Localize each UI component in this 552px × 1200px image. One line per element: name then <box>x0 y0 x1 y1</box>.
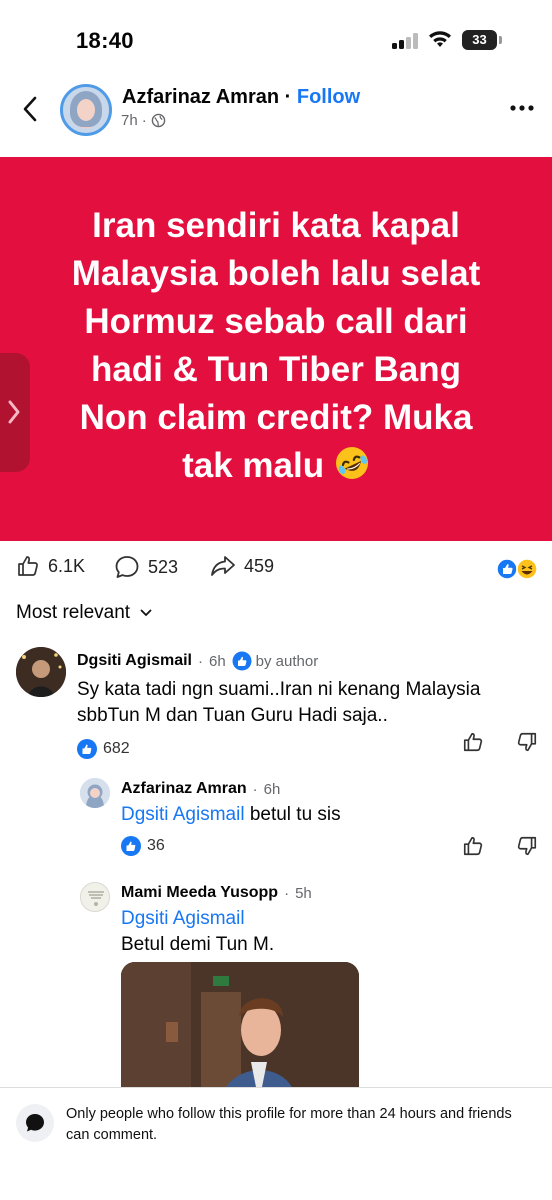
comment-time: 5h <box>295 884 312 902</box>
post-header: Azfarinaz Amran · Follow 7h · <box>0 80 552 156</box>
comment-button[interactable]: 523 <box>114 554 178 580</box>
footer-message: Only people who follow this profile for … <box>66 1106 512 1143</box>
share-count: 459 <box>244 555 275 576</box>
reply-item: Mami Meeda Yusopp · 5h Dgsiti Agismail B… <box>121 884 521 958</box>
post-body-text: Iran sendiri kata kapal Malaysia boleh l… <box>71 206 481 485</box>
thumbs-down-icon[interactable] <box>516 835 538 857</box>
wifi-icon <box>429 31 451 47</box>
mention-link[interactable]: Dgsiti Agismail <box>121 906 521 932</box>
reply-avatar[interactable] <box>80 882 110 912</box>
comment-time: 6h <box>263 780 281 798</box>
comment-bubble-icon <box>115 556 139 578</box>
comment-restriction-footer: Only people who follow this profile for … <box>0 1087 552 1200</box>
follow-button[interactable]: Follow <box>297 86 360 108</box>
gif-attachment[interactable] <box>121 962 359 1102</box>
mention-link[interactable]: Dgsiti Agismail <box>121 804 245 825</box>
comment-time: 6h <box>208 652 226 670</box>
post-meta: 7h · <box>121 112 166 129</box>
reply-item: Azfarinaz Amran · 6h Dgsiti Agismail bet… <box>121 780 521 856</box>
battery-icon: 33 <box>462 30 502 50</box>
like-count: 6.1K <box>48 555 86 576</box>
comment-count: 523 <box>148 556 179 577</box>
author-name-line: Azfarinaz Amran · Follow <box>122 86 360 109</box>
reaction-icons[interactable] <box>497 557 539 581</box>
comment-sort-dropdown[interactable]: Most relevant <box>16 602 152 624</box>
post-actions: 6.1K 523 459 <box>0 554 552 584</box>
author-avatar[interactable] <box>60 84 112 136</box>
comment-reactions <box>462 731 538 753</box>
share-arrow-icon <box>211 556 235 576</box>
cellular-signal-icon <box>392 33 418 49</box>
battery-level: 33 <box>462 30 497 50</box>
side-panel-handle[interactable] <box>0 353 30 472</box>
thumbs-up-icon[interactable] <box>462 835 484 857</box>
like-reaction-icon <box>497 558 518 580</box>
comment-reactions <box>462 835 538 857</box>
commenter-name[interactable]: Azfarinaz Amran <box>121 780 247 798</box>
post-content: Iran sendiri kata kapal Malaysia boleh l… <box>26 202 526 490</box>
comment-likes[interactable]: 36 <box>121 836 521 856</box>
post-time: 7h <box>121 112 138 129</box>
chevron-down-icon <box>140 609 152 617</box>
comment-like-count: 36 <box>147 837 165 854</box>
thumbs-up-icon <box>18 556 38 576</box>
like-badge-icon <box>77 739 97 759</box>
speech-bubble-icon <box>16 1104 54 1142</box>
more-options-icon[interactable] <box>510 104 534 112</box>
separator: · <box>279 86 297 108</box>
mention-text[interactable]: Dgsiti Agismail <box>121 908 245 929</box>
commenter-name[interactable]: Mami Meeda Yusopp <box>121 884 278 902</box>
post-text-card[interactable]: Iran sendiri kata kapal Malaysia boleh l… <box>0 157 552 541</box>
chevron-right-icon <box>8 400 20 424</box>
reply-body: betul tu sis <box>249 804 341 825</box>
status-time: 18:40 <box>76 28 134 53</box>
sort-label: Most relevant <box>16 602 131 623</box>
comment-text: Sy kata tadi ngn suami..Iran ni kenang M… <box>77 679 481 726</box>
author-name[interactable]: Azfarinaz Amran <box>122 86 279 108</box>
rolling-laughing-emoji-icon <box>335 447 368 479</box>
status-bar: 18:40 33 <box>0 0 552 80</box>
like-button[interactable]: 6.1K <box>16 554 85 578</box>
globe-icon <box>151 113 165 128</box>
like-badge-icon <box>232 651 252 671</box>
author-badge: by author <box>232 651 319 671</box>
by-author-label: by author <box>255 652 319 670</box>
share-button[interactable]: 459 <box>210 554 274 578</box>
back-arrow-icon[interactable] <box>18 94 42 124</box>
comment-text: Dgsiti Agismail betul tu sis <box>121 802 521 828</box>
comment-like-count: 682 <box>103 740 130 757</box>
like-badge-icon <box>121 836 141 856</box>
thumbs-up-icon[interactable] <box>462 731 484 753</box>
commenter-name[interactable]: Dgsiti Agismail <box>77 652 192 670</box>
reply-avatar[interactable] <box>80 778 110 808</box>
thumbs-down-icon[interactable] <box>516 731 538 753</box>
comment-text: Betul demi Tun M. <box>121 934 275 955</box>
haha-reaction-icon <box>516 558 538 580</box>
commenter-avatar[interactable] <box>16 647 66 697</box>
